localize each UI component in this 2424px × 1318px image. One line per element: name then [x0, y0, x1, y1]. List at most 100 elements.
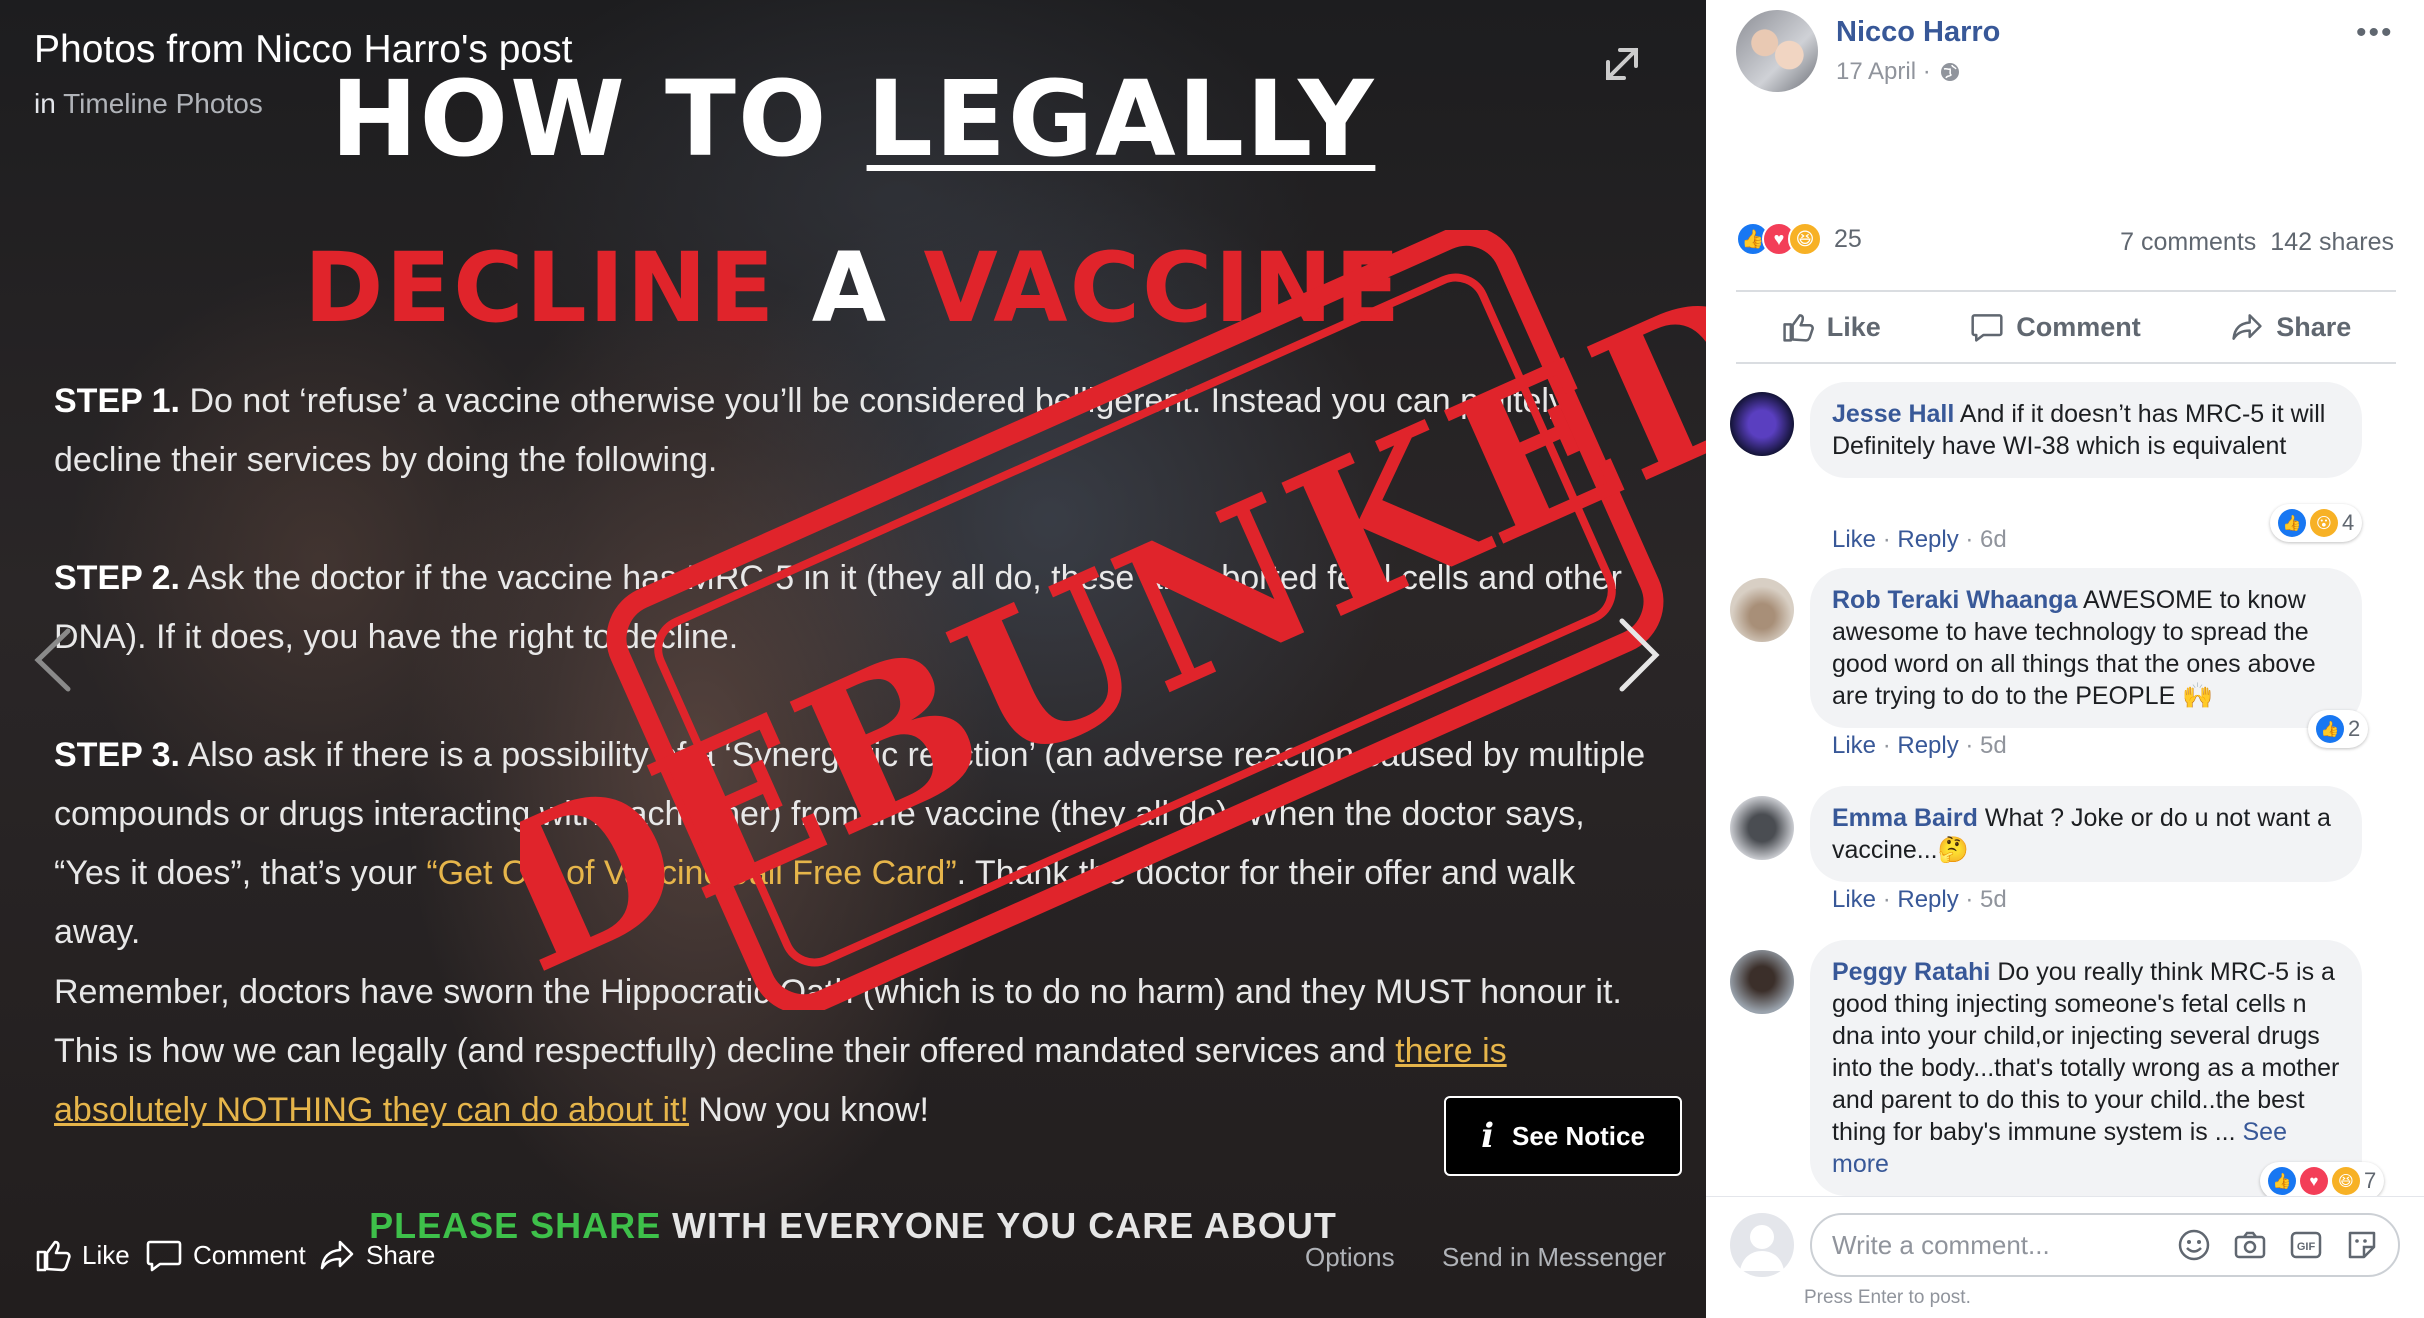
like-reaction-icon: 👍: [2268, 1167, 2296, 1195]
comment-like-link[interactable]: Like: [1832, 886, 1876, 913]
step-3-text: STEP 3. Also ask if there is a possibili…: [54, 726, 1654, 962]
comment-bubble-icon: [146, 1240, 182, 1272]
thumbs-up-icon: [1783, 314, 1814, 342]
send-in-messenger-link[interactable]: Send in Messenger: [1442, 1242, 1666, 1273]
commenter-avatar[interactable]: [1730, 578, 1794, 642]
share-arrow-icon: [2232, 314, 2262, 340]
comment-like-link[interactable]: Like: [1832, 526, 1876, 553]
step-label: STEP 2.: [54, 559, 180, 597]
step-label: STEP 3.: [54, 736, 180, 774]
like-reaction-icon: 👍: [2278, 509, 2306, 537]
commenter-avatar[interactable]: [1730, 392, 1794, 456]
comments-count[interactable]: 7 comments: [2120, 228, 2256, 257]
comment-age[interactable]: 5d: [1980, 732, 2007, 759]
step-body: Ask the doctor if the vaccine has MRC-5 …: [54, 559, 1622, 656]
viewer-share-button[interactable]: Share: [318, 1236, 435, 1274]
comment-item: Emma Baird What ? Joke or do u not want …: [1730, 786, 2400, 916]
remember-body: Remember, doctors have sworn the Hippocr…: [54, 973, 1622, 1070]
comments-list: Jesse Hall And if it doesn’t has MRC-5 i…: [1706, 370, 2424, 1196]
comment-item: Peggy Ratahi Do you really think MRC-5 i…: [1730, 940, 2400, 1196]
viewer-like-label: Like: [82, 1239, 130, 1270]
comment-bubble: Rob Teraki Whaanga AWESOME to know aweso…: [1810, 568, 2362, 728]
comment-reactions[interactable]: 👍 ♥ 😆 7: [2260, 1162, 2385, 1196]
shares-count[interactable]: 142 shares: [2270, 228, 2394, 257]
comment-age[interactable]: 6d: [1980, 526, 2007, 553]
comment-button[interactable]: Comment: [1970, 310, 2141, 344]
current-user-avatar: [1730, 1213, 1794, 1277]
see-notice-button[interactable]: i See Notice: [1444, 1096, 1682, 1176]
share-button[interactable]: Share: [2230, 310, 2351, 344]
comment-bubble: Peggy Ratahi Do you really think MRC-5 i…: [1810, 940, 2362, 1196]
love-reaction-icon: ♥: [2300, 1167, 2328, 1195]
viewer-title: Photos from Nicco Harro's post: [34, 28, 573, 71]
globe-icon: [1940, 63, 1959, 81]
camera-icon[interactable]: [2232, 1227, 2268, 1263]
subheading-red-1: DECLINE: [303, 232, 777, 344]
post-date-text[interactable]: 17 April ·: [1836, 58, 1931, 86]
comment-reply-link[interactable]: Reply: [1897, 526, 1958, 553]
press-enter-hint: Press Enter to post.: [1804, 1287, 1971, 1308]
commenter-name[interactable]: Emma Baird: [1832, 804, 1978, 832]
commenter-name[interactable]: Rob Teraki Whaanga: [1832, 586, 2077, 614]
comment-bubble: Jesse Hall And if it doesn’t has MRC-5 i…: [1810, 382, 2362, 478]
author-name[interactable]: Nicco Harro: [1836, 16, 2000, 49]
remember-body: Now you know!: [688, 1091, 929, 1129]
step-label: STEP 1.: [54, 382, 180, 420]
previous-photo-arrow-icon[interactable]: [30, 625, 74, 695]
emoji-icon[interactable]: [2176, 1227, 2212, 1263]
heading-part: HOW TO: [330, 58, 867, 180]
author-avatar[interactable]: [1736, 10, 1818, 92]
viewer-like-button[interactable]: Like: [34, 1236, 130, 1274]
haha-reaction-icon: 😆: [1788, 222, 1822, 256]
photo-subheading: DECLINE A VACCINE: [0, 232, 1706, 344]
more-options-icon[interactable]: •••: [2356, 16, 2394, 50]
commenter-name[interactable]: Peggy Ratahi: [1832, 958, 1990, 986]
composer-icons: GIF: [2176, 1227, 2380, 1263]
step-1-text: STEP 1. Do not ‘refuse’ a vaccine otherw…: [54, 372, 1654, 490]
user-silhouette-icon: [1740, 1225, 1784, 1271]
comment-bubble-icon: [1971, 314, 2003, 342]
album-link[interactable]: Timeline Photos: [63, 88, 263, 119]
subtitle-prefix: in: [34, 88, 56, 119]
see-notice-label: See Notice: [1511, 1120, 1645, 1151]
viewer-comment-label: Comment: [193, 1239, 306, 1270]
banner-white: WITH EVERYONE YOU CARE ABOUT: [661, 1205, 1337, 1246]
commenter-name[interactable]: Jesse Hall: [1832, 400, 1954, 428]
like-button[interactable]: Like: [1781, 310, 1881, 344]
viewer-subtitle: in Timeline Photos: [34, 88, 263, 120]
comment-bubble: Emma Baird What ? Joke or do u not want …: [1810, 786, 2362, 882]
comment-meta: Like · Reply · 5d: [1832, 886, 2007, 913]
comment-meta: Like · Reply · 6d: [1832, 526, 2007, 553]
reaction-summary[interactable]: 👍 ♥ 😆 25: [1736, 222, 1862, 256]
comment-reactions[interactable]: 👍 😮 4: [2270, 504, 2363, 542]
comment-reply-link[interactable]: Reply: [1897, 886, 1958, 913]
comment-item: Jesse Hall And if it doesn’t has MRC-5 i…: [1730, 382, 2400, 562]
share-arrow-icon: [320, 1240, 354, 1270]
post-action-bar: Like Comment Share: [1736, 290, 2396, 364]
post-stats: 7 comments 142 shares: [2120, 228, 2394, 257]
expand-icon[interactable]: [1598, 40, 1646, 88]
subheading-red-2: VACCINE: [923, 232, 1403, 344]
info-icon: i: [1481, 1116, 1494, 1156]
comment-reply-link[interactable]: Reply: [1897, 732, 1958, 759]
commenter-avatar[interactable]: [1730, 950, 1794, 1014]
haha-reaction-icon: 😆: [2332, 1167, 2360, 1195]
sticker-icon[interactable]: [2344, 1227, 2380, 1263]
comment-reaction-count: 2: [2348, 716, 2361, 741]
comment-age[interactable]: 5d: [1980, 886, 2007, 913]
gif-icon[interactable]: GIF: [2288, 1227, 2324, 1263]
step-highlight: “Get Out of Vaccine Jail Free Card”: [426, 854, 957, 892]
comment-like-link[interactable]: Like: [1832, 732, 1876, 759]
comment-item: Rob Teraki Whaanga AWESOME to know aweso…: [1730, 568, 2400, 768]
svg-text:GIF: GIF: [2297, 1241, 2316, 1253]
viewer-share-label: Share: [366, 1239, 436, 1270]
next-photo-arrow-icon[interactable]: [1612, 615, 1664, 695]
comment-meta: Like · Reply · 5d: [1832, 732, 2007, 759]
options-link[interactable]: Options: [1305, 1242, 1395, 1273]
commenter-avatar[interactable]: [1730, 796, 1794, 860]
remember-text: Remember, doctors have sworn the Hippocr…: [54, 963, 1654, 1140]
wow-reaction-icon: 😮: [2310, 509, 2338, 537]
viewer-comment-button[interactable]: Comment: [145, 1236, 306, 1274]
comment-reactions[interactable]: 👍 2: [2308, 710, 2369, 748]
comment-composer: GIF Press Enter to post.: [1706, 1196, 2424, 1318]
